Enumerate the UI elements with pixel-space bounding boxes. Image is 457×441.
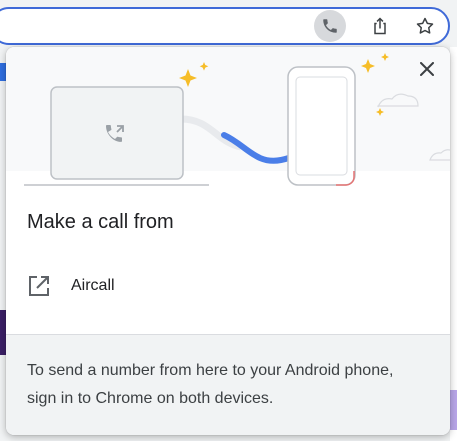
device-label: Aircall [71, 277, 115, 294]
laptop-screen [50, 86, 184, 180]
dialog-title: Make a call from [27, 211, 174, 233]
click-to-call-dialog: Make a call from Aircall To send a numbe… [6, 47, 450, 435]
phone-icon [323, 19, 337, 33]
open-external-icon [29, 276, 49, 296]
bookmark-button[interactable] [409, 10, 441, 42]
share-button[interactable] [364, 10, 396, 42]
page-edge-right [450, 47, 457, 441]
page-edge-right-accent [450, 390, 457, 430]
click-to-call-button[interactable] [314, 10, 346, 42]
close-icon [420, 62, 434, 76]
devices-illustration [6, 47, 450, 187]
footer-text: To send a number from here to your Andro… [27, 362, 394, 407]
star-icon [416, 17, 434, 34]
device-item-aircall[interactable]: Aircall [6, 268, 450, 304]
close-button[interactable] [416, 58, 438, 80]
dialog-footer: To send a number from here to your Andro… [6, 334, 450, 435]
share-icon [374, 17, 386, 35]
